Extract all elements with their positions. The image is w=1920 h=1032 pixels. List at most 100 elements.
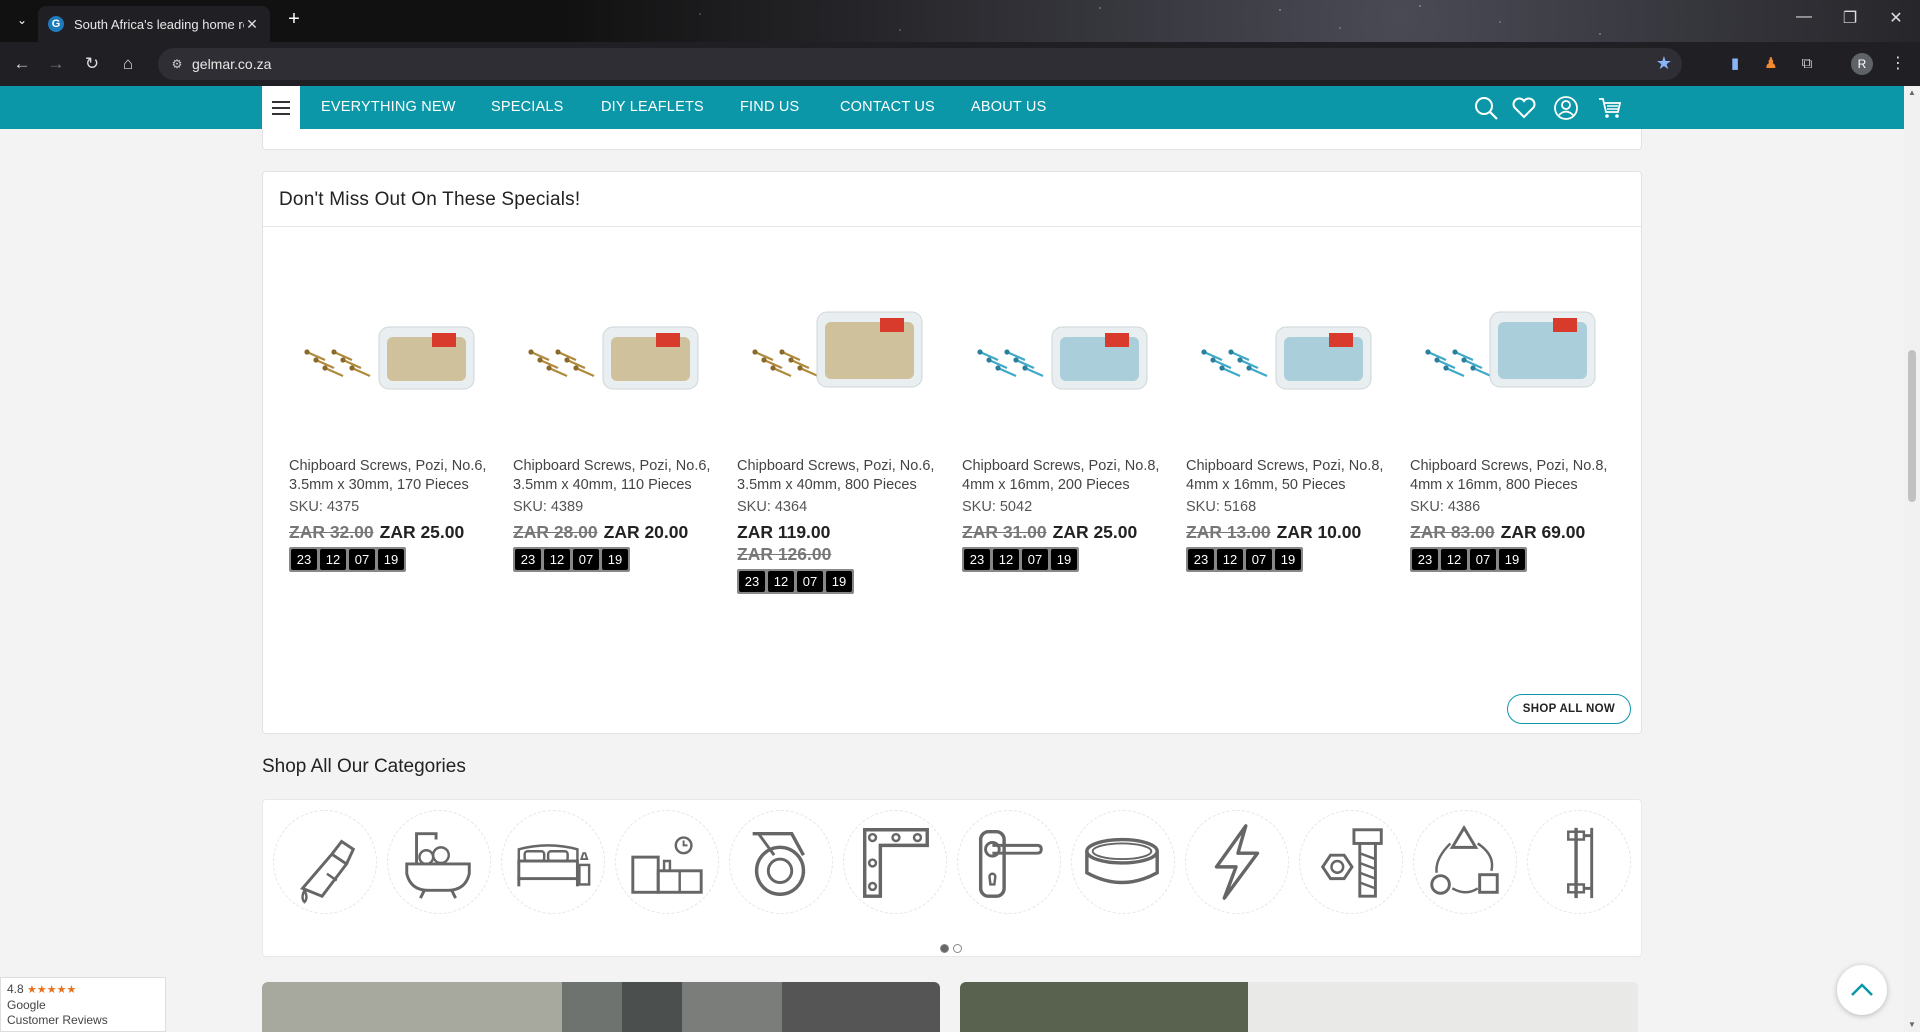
product-card[interactable]: Chipboard Screws, Pozi, No.8, 4mm x 16mm… <box>1410 252 1616 572</box>
account-user-icon[interactable] <box>1553 95 1579 121</box>
nav-about-us[interactable]: ABOUT US <box>971 99 1046 115</box>
bookmark-star-icon[interactable]: ★ <box>1656 53 1672 74</box>
categories-carousel <box>262 799 1642 957</box>
product-name[interactable]: Chipboard Screws, Pozi, No.8, 4mm x 16mm… <box>1410 457 1616 495</box>
category-item[interactable] <box>843 810 947 914</box>
browser-tab-active[interactable]: G South Africa's leading home re ✕ <box>38 6 270 42</box>
cart-icon[interactable] <box>1597 95 1623 121</box>
browser-menu-icon[interactable]: ⋮ <box>1890 53 1906 73</box>
category-item[interactable] <box>957 810 1061 914</box>
shapes-icon <box>1430 824 1499 895</box>
countdown-digit: 07 <box>797 571 823 592</box>
forward-arrow-icon[interactable]: → <box>44 52 68 76</box>
countdown-digit: 07 <box>573 549 599 570</box>
carousel-dot-1[interactable] <box>940 944 949 953</box>
product-name[interactable]: Chipboard Screws, Pozi, No.8, 4mm x 16mm… <box>1186 457 1392 495</box>
ring-icon <box>1085 837 1159 885</box>
tab-close-icon[interactable]: ✕ <box>244 16 260 33</box>
countdown-timer: 23 12 07 19 <box>513 547 630 572</box>
restore-icon[interactable]: ❐ <box>1830 8 1870 28</box>
glue-icon <box>300 839 356 904</box>
product-card[interactable]: Chipboard Screws, Pozi, No.6, 3.5mm x 40… <box>737 252 943 594</box>
nav-diy-leaflets[interactable]: DIY LEAFLETS <box>601 99 704 115</box>
category-item[interactable] <box>1527 810 1631 914</box>
category-item[interactable] <box>1185 810 1289 914</box>
scrollbar-thumb[interactable] <box>1908 350 1916 502</box>
castor-wheel-icon <box>752 831 806 896</box>
countdown-digit: 19 <box>826 571 852 592</box>
countdown-digit: 23 <box>291 549 317 570</box>
product-card[interactable]: Chipboard Screws, Pozi, No.8, 4mm x 16mm… <box>1186 252 1392 572</box>
address-bar[interactable]: ⚙ gelmar.co.za ★ <box>158 48 1682 80</box>
specials-section: Don't Miss Out On These Specials! Chipbo… <box>262 171 1642 734</box>
review-stars-icon: ★★★★★ <box>27 984 77 996</box>
url-text[interactable]: gelmar.co.za <box>192 56 271 72</box>
promo-banner-right[interactable] <box>960 982 1638 1032</box>
product-card[interactable]: Chipboard Screws, Pozi, No.6, 3.5mm x 40… <box>513 252 719 572</box>
page-scrollbar[interactable]: ▲ ▼ <box>1904 86 1920 1032</box>
countdown-digit: 07 <box>1246 549 1272 570</box>
product-name[interactable]: Chipboard Screws, Pozi, No.8, 4mm x 16mm… <box>962 457 1168 495</box>
profile-avatar[interactable]: R <box>1851 53 1873 75</box>
sale-price: ZAR 119.00 <box>737 522 831 542</box>
product-image[interactable] <box>962 252 1168 427</box>
home-icon[interactable]: ⌂ <box>116 52 140 76</box>
google-reviews-badge[interactable]: 4.8 ★★★★★ Google Customer Reviews <box>0 977 166 1032</box>
countdown-digit: 19 <box>1051 549 1077 570</box>
product-image[interactable] <box>1410 252 1616 427</box>
new-tab-button[interactable]: + <box>282 8 306 31</box>
product-image[interactable] <box>1186 252 1392 427</box>
site-navigation: EVERYTHING NEW SPECIALS DIY LEAFLETS FIN… <box>0 86 1904 129</box>
product-image[interactable] <box>513 252 719 427</box>
product-image[interactable] <box>737 252 943 427</box>
review-source: Google <box>7 998 46 1012</box>
category-item[interactable] <box>273 810 377 914</box>
product-prices: ZAR 28.00 ZAR 20.00 <box>513 521 719 543</box>
site-info-icon[interactable]: ⚙ <box>168 55 186 73</box>
product-image[interactable] <box>289 252 495 427</box>
category-item[interactable] <box>1413 810 1517 914</box>
scroll-up-arrow-icon[interactable]: ▲ <box>1904 86 1920 100</box>
product-card[interactable]: Chipboard Screws, Pozi, No.6, 3.5mm x 30… <box>289 252 495 572</box>
extensions-puzzle-icon[interactable]: ⧉ <box>1796 53 1818 75</box>
nav-find-us[interactable]: FIND US <box>740 99 799 115</box>
countdown-timer: 23 12 07 19 <box>1410 547 1527 572</box>
product-prices: ZAR 83.00 ZAR 69.00 <box>1410 521 1616 543</box>
category-item[interactable] <box>387 810 491 914</box>
category-item[interactable] <box>729 810 833 914</box>
category-item[interactable] <box>501 810 605 914</box>
countdown-digit: 19 <box>378 549 404 570</box>
sale-price: ZAR 10.00 <box>1276 522 1362 542</box>
scroll-down-arrow-icon[interactable]: ▼ <box>1904 1018 1920 1032</box>
category-item[interactable] <box>1071 810 1175 914</box>
extension-figure-icon[interactable]: ♟ <box>1760 53 1782 75</box>
back-arrow-icon[interactable]: ← <box>10 52 34 76</box>
back-to-top-button[interactable] <box>1837 965 1887 1015</box>
hamburger-menu-icon[interactable] <box>262 86 300 129</box>
tab-search-dropdown-icon[interactable]: ⌄ <box>12 10 32 30</box>
minimize-icon[interactable]: — <box>1784 8 1824 26</box>
nav-everything-new[interactable]: EVERYTHING NEW <box>321 99 456 115</box>
kitchen-icon <box>631 836 703 894</box>
nav-specials[interactable]: SPECIALS <box>491 99 564 115</box>
countdown-digit: 23 <box>1412 549 1438 570</box>
product-name[interactable]: Chipboard Screws, Pozi, No.6, 3.5mm x 40… <box>737 457 943 495</box>
product-name[interactable]: Chipboard Screws, Pozi, No.6, 3.5mm x 40… <box>513 457 719 495</box>
reload-icon[interactable]: ↻ <box>80 52 104 76</box>
nav-contact-us[interactable]: CONTACT US <box>840 99 935 115</box>
countdown-digit: 19 <box>602 549 628 570</box>
carousel-dot-2[interactable] <box>953 944 962 953</box>
window-close-icon[interactable]: ✕ <box>1876 8 1916 28</box>
extension-docs-icon[interactable]: ▮ <box>1724 53 1746 75</box>
product-card[interactable]: Chipboard Screws, Pozi, No.8, 4mm x 16mm… <box>962 252 1168 572</box>
category-item[interactable] <box>615 810 719 914</box>
promo-banner-left[interactable] <box>262 982 940 1032</box>
category-item[interactable] <box>1299 810 1403 914</box>
countdown-digit: 23 <box>739 571 765 592</box>
browser-tab-bar: ⌄ G South Africa's leading home re ✕ + —… <box>0 0 1920 42</box>
wishlist-heart-icon[interactable] <box>1511 95 1537 121</box>
search-icon[interactable] <box>1473 95 1499 121</box>
shop-all-now-button[interactable]: SHOP ALL NOW <box>1506 694 1631 724</box>
tab-title: South Africa's leading home re <box>74 16 244 32</box>
product-name[interactable]: Chipboard Screws, Pozi, No.6, 3.5mm x 30… <box>289 457 495 495</box>
